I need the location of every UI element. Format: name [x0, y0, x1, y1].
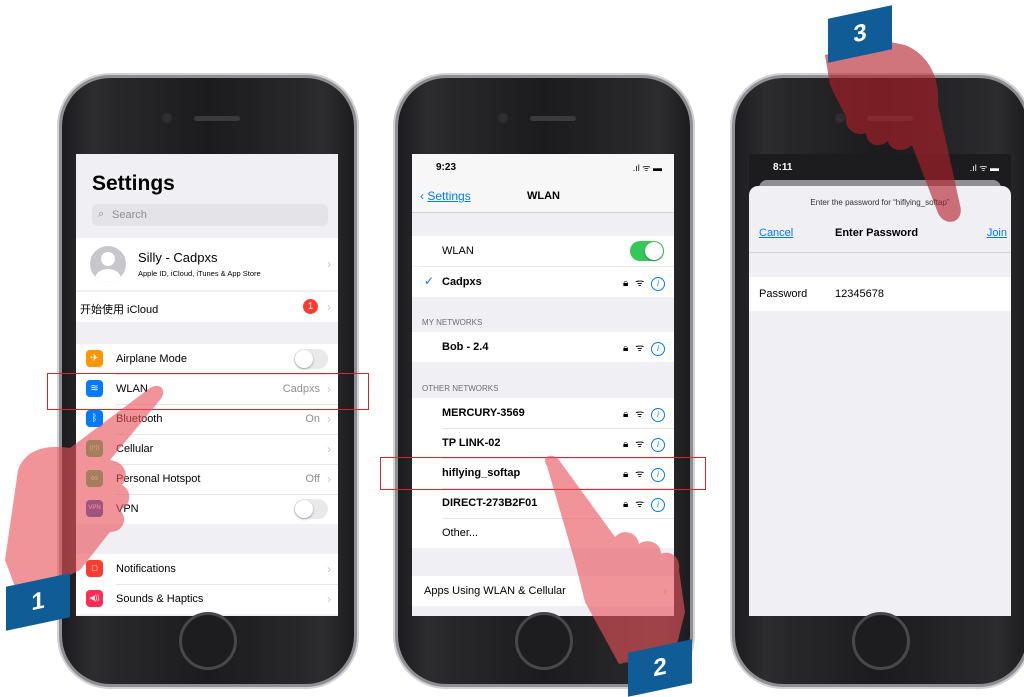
info-icon[interactable]: i — [651, 277, 665, 291]
section-header: OTHER NETWORKS — [422, 384, 499, 393]
back-label: Settings — [427, 189, 471, 203]
lock-wifi-info-icons: 🔒︎ ᯤ i — [623, 436, 665, 452]
section-header: MY NETWORKS — [422, 318, 483, 327]
toggle-switch[interactable] — [294, 499, 328, 519]
back-button[interactable]: ‹ Settings — [420, 189, 471, 203]
search-placeholder: Search — [112, 209, 147, 221]
network-name: Cadpxs — [442, 276, 482, 288]
wlan-toggle-row: WLAN — [412, 236, 674, 266]
signal-battery-icon: .ıl ᯤ ▬ — [632, 163, 662, 173]
password-sheet: Enter the password for “hiflying_softap”… — [749, 186, 1011, 616]
home-button[interactable] — [852, 612, 910, 670]
avatar — [90, 246, 126, 282]
chevron-right-icon: › — [327, 300, 331, 314]
profile-subtitle: Apple ID, iCloud, iTunes & App Store — [138, 269, 261, 278]
icloud-label: 开始使用 iCloud — [80, 304, 159, 316]
row-value: On — [305, 413, 320, 425]
camera — [162, 113, 172, 123]
profile-row[interactable]: Silly - Cadpxs Apple ID, iCloud, iTunes … — [76, 238, 338, 290]
icloud-row[interactable]: 开始使用 iCloud 1 › — [76, 292, 338, 322]
page-title: Settings — [92, 172, 175, 195]
nav-title: WLAN — [527, 190, 560, 202]
lock-wifi-info-icons: 🔒︎ ᯤ i — [623, 275, 665, 291]
chevron-right-icon: › — [327, 472, 331, 486]
checkmark-icon: ✓ — [424, 274, 435, 288]
network-name: TP LINK-02 — [442, 437, 501, 449]
network-name: MERCURY-3569 — [442, 407, 525, 419]
connected-network-row[interactable]: ✓ Cadpxs 🔒︎ ᯤ i — [412, 267, 674, 297]
wlan-toggle[interactable] — [630, 241, 664, 261]
password-field[interactable]: Password 12345678 — [749, 277, 1011, 311]
cancel-button[interactable]: Cancel — [759, 227, 793, 239]
row-value: Off — [305, 473, 320, 485]
chevron-right-icon: › — [327, 412, 331, 426]
status-time: 8:11 — [773, 162, 793, 173]
toggle-switch[interactable] — [294, 349, 328, 369]
camera — [498, 113, 508, 123]
network-row[interactable]: MERCURY-3569 🔒︎ ᯤ i — [412, 398, 674, 428]
chevron-right-icon: › — [327, 592, 331, 606]
info-icon[interactable]: i — [651, 438, 665, 452]
chevron-right-icon: › — [327, 257, 331, 271]
search-icon: ⌕ — [98, 208, 105, 220]
info-icon[interactable]: i — [651, 408, 665, 422]
chevron-right-icon: › — [327, 442, 331, 456]
password-input[interactable]: 12345678 — [835, 288, 884, 300]
speaker — [194, 116, 240, 121]
network-name: Bob - 2.4 — [442, 341, 489, 353]
info-icon[interactable]: i — [651, 342, 665, 356]
network-name: Other... — [442, 527, 479, 539]
profile-name: Silly - Cadpxs — [138, 250, 218, 265]
wlan-label: WLAN — [442, 245, 474, 257]
network-row[interactable]: Bob - 2.4 🔒︎ ᯤ i — [412, 332, 674, 362]
pointing-hand-icon-2 — [544, 455, 685, 664]
search-input[interactable]: ⌕ Search — [92, 204, 328, 226]
chevron-right-icon: › — [327, 562, 331, 576]
status-bar: 9:23 .ıl ᯤ ▬ ‹ Settings WLAN — [412, 154, 674, 213]
notification-badge: 1 — [303, 299, 318, 314]
network-name: DIRECT-273B2F01 — [442, 497, 538, 509]
lock-wifi-info-icons: 🔒︎ ᯤ i — [623, 340, 665, 356]
speaker — [530, 116, 576, 121]
password-label: Password — [759, 288, 808, 300]
lock-wifi-info-icons: 🔒︎ ᯤ i — [623, 406, 665, 422]
join-button[interactable]: Join — [987, 227, 1007, 239]
status-time: 9:23 — [436, 162, 457, 173]
